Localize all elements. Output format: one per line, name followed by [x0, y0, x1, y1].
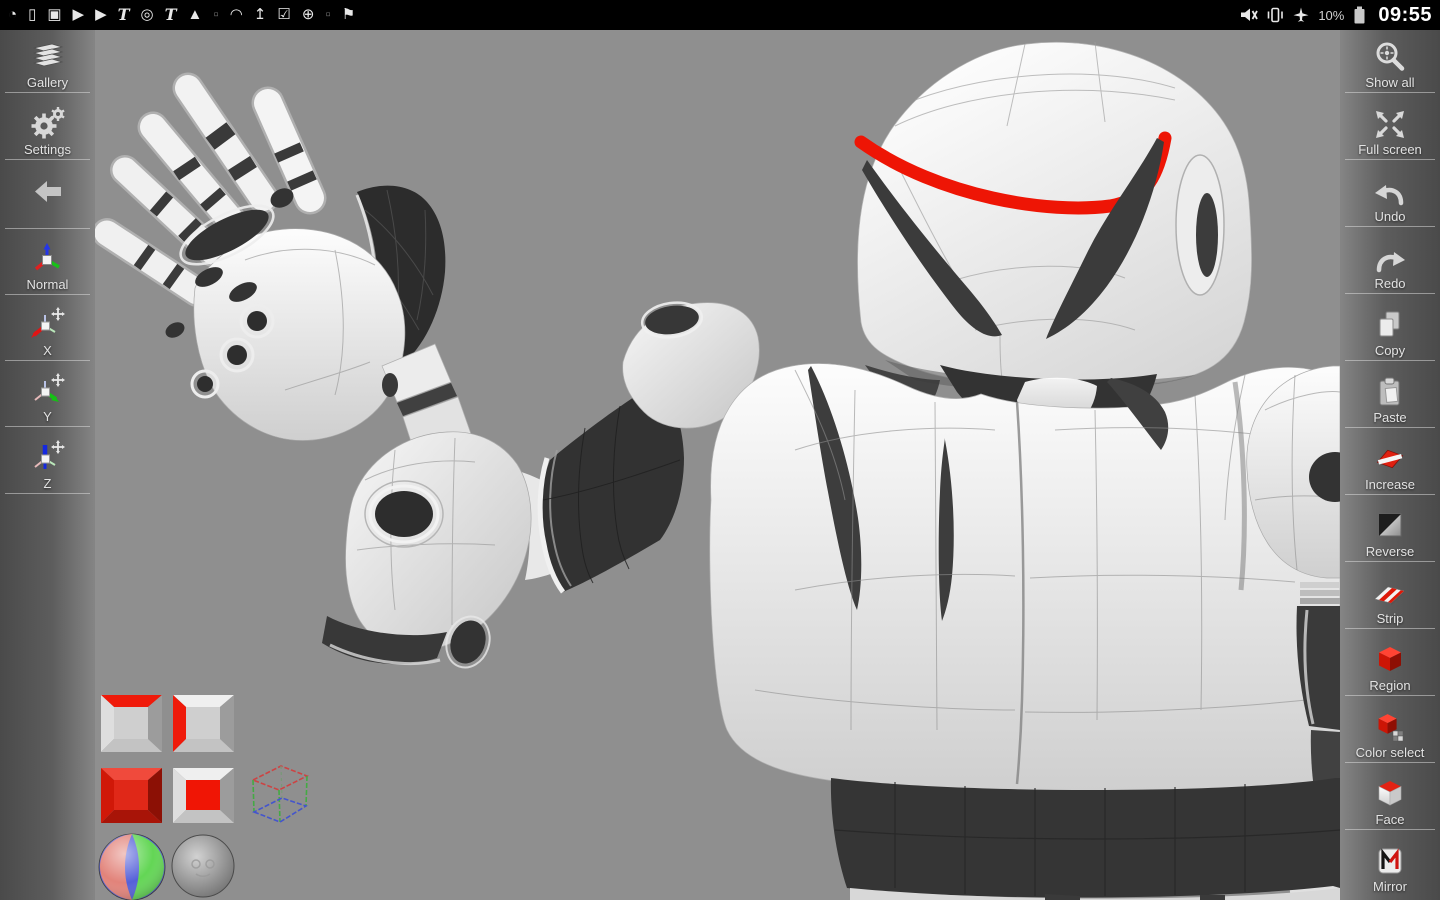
- full-screen-button[interactable]: Full screen: [1340, 93, 1440, 160]
- paste-button[interactable]: Paste: [1340, 361, 1440, 428]
- back-button[interactable]: [0, 160, 95, 229]
- move-normal-button[interactable]: Normal: [0, 229, 95, 295]
- increase-icon: [1376, 449, 1404, 469]
- rgb-sphere-button[interactable]: [97, 832, 167, 900]
- move-x-button[interactable]: X: [0, 295, 95, 361]
- target-icon: ⊕: [301, 6, 315, 23]
- left-toolbar-filler: [0, 494, 95, 900]
- color-select-icon: [1378, 714, 1404, 742]
- copy-label: Copy: [1374, 343, 1406, 358]
- full-screen-label: Full screen: [1358, 142, 1422, 157]
- box-solid-red-button[interactable]: [101, 768, 162, 823]
- zoom-all-icon: [1376, 42, 1405, 71]
- increase-button[interactable]: Increase: [1340, 428, 1440, 495]
- airplane-icon: [1293, 7, 1309, 22]
- mirror-button[interactable]: Mirror: [1340, 830, 1440, 897]
- reverse-label: Reverse: [1365, 544, 1415, 559]
- fullscreen-icon: [1376, 111, 1404, 138]
- settings-button[interactable]: Settings: [0, 93, 95, 160]
- reverse-button[interactable]: Reverse: [1340, 495, 1440, 562]
- face-button[interactable]: Face: [1340, 763, 1440, 830]
- undo-label: Undo: [1374, 209, 1406, 224]
- back-arrow-icon: [34, 181, 61, 202]
- strip-button[interactable]: Strip: [1340, 562, 1440, 629]
- show-all-label: Show all: [1365, 75, 1415, 90]
- status-bar: ◔ ▯ ▣ ▶ ▶ T ◎ T ▲ ▫ ◠ ↥ ☑ ⊕ ▫ ⚑ 10% 09:5…: [0, 0, 1440, 30]
- mirror-icon: [1378, 848, 1402, 874]
- gallery-button[interactable]: Gallery: [0, 30, 95, 93]
- undo-icon: [1375, 185, 1404, 206]
- redo-icon: [1376, 252, 1405, 273]
- record-icon: ◎: [140, 6, 154, 23]
- copy-button[interactable]: Copy: [1340, 294, 1440, 361]
- undo-button[interactable]: Undo: [1340, 160, 1440, 227]
- settings-label: Settings: [24, 142, 71, 157]
- task-done-icon: ☑: [277, 6, 291, 23]
- mirror-label: Mirror: [1373, 879, 1407, 894]
- box-side-red-button[interactable]: [173, 695, 234, 752]
- region-icon: [1379, 647, 1401, 671]
- gallery-label: Gallery: [26, 75, 69, 90]
- face-label: Face: [1375, 812, 1405, 827]
- region-label: Region: [1369, 678, 1411, 693]
- move-y-label: Y: [43, 409, 52, 424]
- mute-icon: [1241, 8, 1259, 21]
- color-select-button[interactable]: Color select: [1340, 696, 1440, 763]
- increase-label: Increase: [1365, 477, 1415, 492]
- settings-icon: [31, 107, 65, 139]
- vibrate-icon: [1268, 7, 1284, 23]
- wire-cube-button[interactable]: [245, 756, 311, 834]
- app-screen: ◔ ▯ ▣ ▶ ▶ T ◎ T ▲ ▫ ◠ ↥ ☑ ⊕ ▫ ⚑ 10% 09:5…: [0, 0, 1440, 900]
- axis-y-icon: [33, 373, 65, 402]
- move-normal-label: Normal: [26, 277, 69, 292]
- screenshot-icon: ▣: [47, 6, 62, 23]
- face-icon: [1378, 781, 1402, 806]
- move-z-button[interactable]: Z: [0, 427, 95, 494]
- notification-area: ◔ ▯ ▣ ▶ ▶ T ◎ T ▲ ▫ ◠ ↥ ☑ ⊕ ▫ ⚑: [8, 0, 355, 30]
- gray-sphere-button[interactable]: [170, 834, 236, 898]
- axis-z-icon: [33, 440, 65, 469]
- upload-icon: ↥: [253, 6, 267, 23]
- redo-label: Redo: [1374, 276, 1406, 291]
- video-icon-2: ▶: [95, 6, 107, 23]
- box-center-red-button[interactable]: [173, 768, 234, 823]
- status-clock: 09:55: [1378, 3, 1432, 26]
- video-icon: ▶: [72, 6, 85, 23]
- move-z-label: Z: [43, 476, 52, 491]
- gallery-icon: [32, 43, 63, 67]
- warning-icon: ▲: [187, 6, 203, 23]
- move-x-label: X: [43, 343, 52, 358]
- paste-label: Paste: [1373, 410, 1407, 425]
- news-icon: T: [117, 5, 130, 24]
- box-top-red-button[interactable]: [101, 695, 162, 752]
- app-icon-dim-2: ▫: [325, 6, 331, 23]
- viewport-3d[interactable]: [95, 30, 1340, 900]
- wifi-icon: ◠: [229, 6, 243, 23]
- left-toolbar: Gallery Settings Normal X Y Z: [0, 30, 95, 900]
- clock-icon: ◔: [8, 6, 18, 23]
- redo-button[interactable]: Redo: [1340, 227, 1440, 294]
- battery-icon: [1354, 6, 1365, 24]
- news-icon-2: T: [164, 5, 177, 24]
- app-icon-dim: ▫: [213, 6, 219, 23]
- show-all-button[interactable]: Show all: [1340, 30, 1440, 93]
- paste-icon: [1379, 377, 1400, 406]
- right-toolbar: Show all Full screen Undo Redo Copy Past…: [1340, 30, 1440, 900]
- flag-icon: ⚑: [341, 6, 356, 23]
- battery-percent: 10%: [1318, 7, 1345, 23]
- axis-normal-icon: [34, 243, 60, 271]
- move-y-button[interactable]: Y: [0, 361, 95, 427]
- color-select-label: Color select: [1355, 745, 1425, 760]
- strip-icon: [1374, 586, 1405, 605]
- workspace: Gallery Settings Normal X Y Z Show all F…: [0, 30, 1440, 900]
- strip-label: Strip: [1376, 611, 1404, 626]
- phone-icon: ▯: [28, 6, 37, 23]
- region-button[interactable]: Region: [1340, 629, 1440, 696]
- system-status-area: 10% 09:55: [1240, 4, 1432, 27]
- axis-x-icon: [30, 307, 65, 338]
- copy-icon: [1379, 311, 1400, 337]
- reverse-icon: [1378, 513, 1402, 537]
